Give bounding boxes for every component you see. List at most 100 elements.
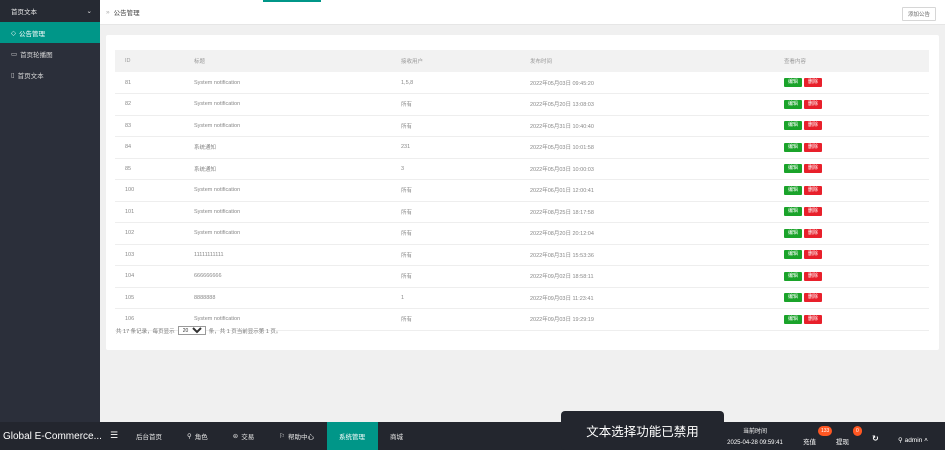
edit-button[interactable]: 编辑 [784,271,803,281]
delete-button[interactable]: 删除 [804,314,823,324]
user-icon: ⚲ [187,433,192,440]
cell-recipients: 所有 [401,231,413,238]
edit-button[interactable]: 编辑 [784,185,803,195]
pagination-summary: 共 17 条记录，每页显示 [116,328,175,335]
cell-id: 104 [125,273,135,280]
cell-recipients: 所有 [401,274,413,281]
cell-actions: 编辑 删除 [784,223,929,245]
cell-id: 103 [125,251,135,258]
current-time-value: 2025-04-28 09:59:41 [727,440,783,446]
table-row: 102 System notification 所有 2022年08月20日 20:1… [115,223,929,245]
nav-roles[interactable]: ⚲ 角色 [175,422,221,450]
current-time-label: 当前时间 [742,429,767,435]
toast-message: 文本选择功能已禁用 [561,411,724,450]
announcement-table: ID 标题 接收用户 发布时间 查看内容 81 System notificati… [115,50,929,331]
add-announcement-button[interactable]: 添加公告 [901,7,936,21]
delete-button[interactable]: 删除 [804,78,823,87]
delete-button[interactable]: 删除 [804,121,823,131]
cell-recipients: 所有 [401,123,413,130]
cell-id: 102 [125,230,135,237]
cell-recipients: 1,5,8 [401,79,414,86]
document-icon: ▯ [11,71,15,79]
pagination: 共 17 条记录，每页显示 20 条，共 1 页当前显示第 1 页。 [116,326,281,335]
sidebar-item-home-text[interactable]: ▯ 首页文本 [0,64,100,85]
chevron-down-icon: ⌄ [86,8,92,15]
user-menu[interactable]: ⚲ admin ˄ [898,436,928,444]
edit-button[interactable]: 编辑 [784,228,803,238]
edit-button[interactable]: 编辑 [784,78,803,87]
edit-button[interactable]: 编辑 [784,121,803,131]
cell-id: 82 [125,101,132,108]
cell-title: System notification [194,187,241,194]
bottom-taskbar: Global E-Commerce... ☰ 后台首页 ⚲ 角色 ⊜ 交易 ⚐ 帮助中… [0,422,945,450]
cell-publish-time: 2022年05月03日 10:01:58 [530,145,594,152]
active-tab-indicator [263,0,321,2]
sidebar-item-carousel[interactable]: ▭ 首页轮播图 [0,43,100,64]
cell-id: 85 [125,165,132,172]
cell-actions: 编辑 删除 [784,266,929,288]
cell-title: 8888888 [194,294,216,301]
withdraw-button[interactable]: 提现 [836,436,849,446]
edit-button[interactable]: 编辑 [784,142,803,152]
edit-button[interactable]: 编辑 [784,99,803,109]
menu-icon[interactable]: ☰ [110,430,118,441]
cell-title: System notification [194,122,241,129]
cell-actions: 编辑 删除 [784,94,929,116]
cell-publish-time: 2022年08月25日 18:17:58 [530,209,594,216]
delete-button[interactable]: 删除 [804,164,823,174]
cell-title: 11111111111 [194,251,224,258]
nav-label: 商城 [390,434,404,441]
edit-button[interactable]: 编辑 [784,314,803,324]
breadcrumb[interactable]: 公告管理 [114,7,140,17]
edit-button[interactable]: 编辑 [784,293,803,303]
cell-publish-time: 2022年06月01日 12:00:41 [530,188,594,195]
delete-button[interactable]: 删除 [804,207,823,217]
edit-button[interactable]: 编辑 [784,250,803,260]
delete-button[interactable]: 删除 [804,99,823,109]
delete-button[interactable]: 删除 [804,142,823,152]
delete-button[interactable]: 删除 [804,250,823,260]
table-header-row: ID 标题 接收用户 发布时间 查看内容 [115,50,929,72]
cell-recipients: 所有 [401,252,413,259]
flag-icon: ⚐ [279,433,286,440]
cell-id: 105 [125,294,135,301]
delete-button[interactable]: 删除 [804,293,823,303]
sidebar-item-label: 首页文本 [17,72,44,80]
recharge-button[interactable]: 充值 [803,436,816,446]
user-icon: ⚲ [898,437,905,444]
cell-title: System notification [194,79,241,86]
nav-mall[interactable]: 商城 [378,422,416,450]
edit-button[interactable]: 编辑 [784,207,803,217]
nav-help-center[interactable]: ⚐ 帮助中心 [267,422,327,450]
cell-publish-time: 2022年09月02日 18:58:11 [530,274,594,281]
delete-button[interactable]: 删除 [804,271,823,281]
table-row: 105 8888888 1 2022年09月03日 11:23:41 编辑 删除 [115,287,929,309]
withdraw-badge: 0 [853,426,862,436]
sidebar-item-announcements[interactable]: ◇ 公告管理 [0,22,100,43]
cell-publish-time: 2022年08月20日 20:12:04 [530,231,594,238]
edit-button[interactable]: 编辑 [784,164,803,174]
cell-title: 系统通知 [194,166,217,173]
nav-admin-home[interactable]: 后台首页 [124,422,175,450]
delete-button[interactable]: 删除 [804,185,823,195]
table-row: 84 系统通知 231 2022年05月03日 10:01:58 编辑 删除 [115,137,929,158]
cell-publish-time: 2022年05月03日 10:00:03 [530,166,594,173]
nav-trade[interactable]: ⊜ 交易 [221,422,267,450]
cell-publish-time: 2022年05月20日 13:08:03 [530,102,594,109]
nav-system-management[interactable]: 系统管理 [327,422,379,450]
table-row: 85 系统通知 3 2022年05月03日 10:00:03 编辑 删除 [115,158,929,180]
cell-actions: 编辑 删除 [784,244,929,266]
cell-recipients: 所有 [401,317,413,324]
top-bar: » 公告管理 添加公告 [100,0,945,25]
cell-recipients: 231 [401,144,411,151]
cell-id: 81 [125,79,132,86]
nav-label: 交易 [241,434,255,441]
delete-button[interactable]: 删除 [804,228,823,238]
page-size-select[interactable]: 20 [177,326,206,335]
refresh-icon[interactable]: ↻ [872,434,879,443]
sidebar-header[interactable]: 首页文本 ⌄ [0,0,100,22]
app-title[interactable]: Global E-Commerce... [3,431,102,442]
table-row: 101 System notification 所有 2022年08月25日 18:1… [115,201,929,223]
table-row: 103 11111111111 所有 2022年08月31日 15:53:36 编辑 删除 [115,244,929,266]
cell-publish-time: 2022年05月31日 10:40:40 [530,123,594,130]
